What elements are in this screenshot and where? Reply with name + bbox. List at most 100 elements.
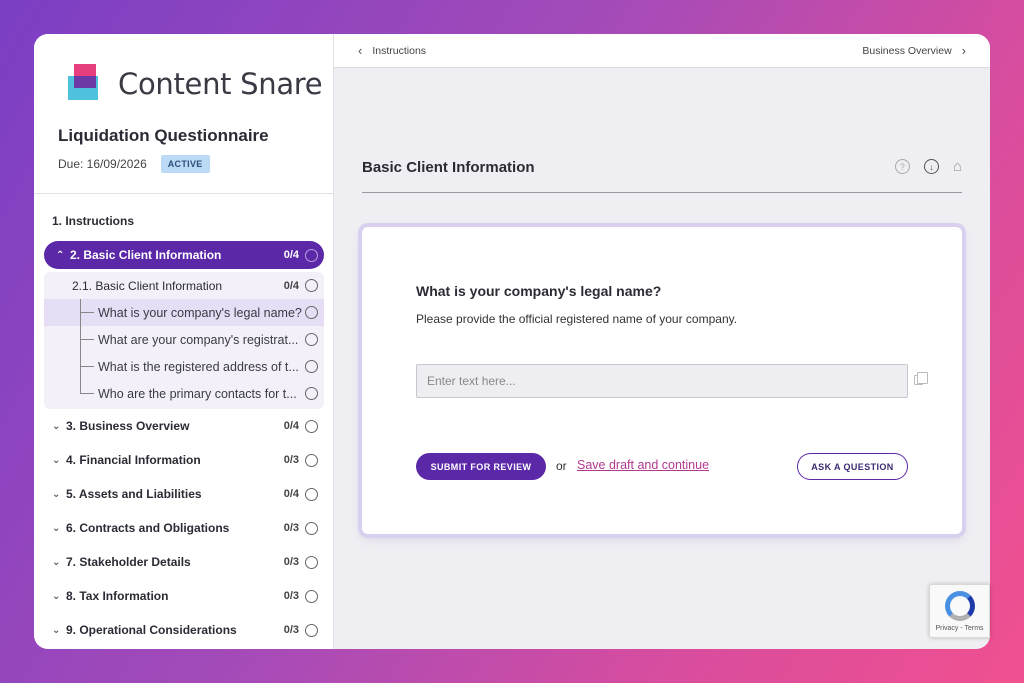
progress-count: 0/4 [283,488,299,500]
content-snare-logo [68,64,104,104]
question-item-label: What are your company's registrat... [98,332,299,347]
chevron-up-icon[interactable]: ⌃ [56,250,70,261]
questionnaire-title: Liquidation Questionnaire [58,126,269,145]
section-nav: 1. Instructions ⌃ 2. Basic Client Inform… [34,204,334,647]
recaptcha-badge[interactable]: Privacy - Terms [929,584,990,638]
due-label: Due: 16/09/2026 [58,157,147,171]
status-circle-icon [305,589,318,603]
status-circle-icon [305,623,318,637]
sidebar-item-label: 4. Financial Information [66,453,201,467]
tree-line [80,313,81,326]
progress-count: 0/4 [283,279,299,292]
question-card: What is your company's legal name? Pleas… [362,227,962,534]
sidebar-item-label: 8. Tax Information [66,589,169,603]
next-section-label: Business Overview [862,44,952,57]
tree-connector [80,299,94,313]
due-date: Due: 16/09/2026 ACTIVE [58,155,210,173]
chevron-down-icon[interactable]: ⌄ [52,489,66,500]
ask-question-button[interactable]: ASK A QUESTION [797,453,908,480]
tree-connector [80,353,94,367]
submit-for-review-button[interactable]: SUBMIT FOR REVIEW [416,453,546,480]
question-heading: What is your company's legal name? [416,283,662,299]
chevron-down-icon[interactable]: ⌄ [52,557,66,568]
page-title: Basic Client Information [362,159,535,176]
section-toolbar: ? ↓ ⌂ [894,159,962,174]
sidebar-item-label: 1. Instructions [52,214,135,228]
question-item-address[interactable]: What is the registered address of t... [44,353,324,380]
question-item-registration[interactable]: What are your company's registrat... [44,326,324,353]
status-badge: ACTIVE [160,155,210,173]
or-separator: or [556,459,567,473]
chevron-down-icon[interactable]: ⌄ [52,591,66,602]
question-description: Please provide the official registered n… [416,312,738,326]
tree-line [80,340,81,353]
sidebar-item-contracts-obligations[interactable]: ⌄ 6. Contracts and Obligations 0/3 [34,511,334,545]
help-icon[interactable]: ? [894,159,910,174]
sidebar-item-label: 9. Operational Considerations [66,623,237,637]
status-circle-icon [305,555,318,569]
chevron-down-icon[interactable]: ⌄ [52,523,66,534]
question-item-legal-name[interactable]: What is your company's legal name? [44,299,324,326]
progress-count: 0/3 [283,624,299,636]
sidebar: Content Snare Liquidation Questionnaire … [34,34,334,649]
sidebar-item-financial-information[interactable]: ⌄ 4. Financial Information 0/3 [34,443,334,477]
status-circle-icon [305,419,318,433]
chevron-down-icon[interactable]: ⌄ [52,455,66,466]
previous-section-link[interactable]: ‹ Instructions [358,43,426,58]
progress-count: 0/3 [283,556,299,568]
sidebar-item-label: 3. Business Overview [66,419,190,433]
status-circle-icon [305,387,318,400]
sidebar-item-label: 2. Basic Client Information [70,248,222,262]
status-circle-icon [305,333,318,346]
chevron-right-icon: › [961,43,966,58]
sidebar-item-tax-information[interactable]: ⌄ 8. Tax Information 0/3 [34,579,334,613]
sidebar-item-basic-client-information[interactable]: ⌃ 2. Basic Client Information 0/4 [44,241,324,269]
question-item-label: What is the registered address of t... [98,359,299,374]
progress-count: 0/3 [283,590,299,602]
copy-icon[interactable] [914,372,928,385]
sidebar-item-instructions[interactable]: 1. Instructions [34,204,334,238]
chevron-down-icon[interactable]: ⌄ [52,625,66,636]
sidebar-item-label: 5. Assets and Liabilities [66,487,202,501]
progress-count: 0/4 [283,249,299,261]
next-section-link[interactable]: Business Overview › [862,43,966,58]
status-circle-icon [305,360,318,373]
subsection-label: 2.1. Basic Client Information [72,278,223,293]
status-circle-icon [305,453,318,467]
chevron-down-icon[interactable]: ⌄ [52,421,66,432]
sidebar-item-label: 7. Stakeholder Details [66,555,191,569]
sidebar-item-business-overview[interactable]: ⌄ 3. Business Overview 0/4 [34,409,334,443]
sidebar-item-assets-liabilities[interactable]: ⌄ 5. Assets and Liabilities 0/4 [34,477,334,511]
subsection-group: 2.1. Basic Client Information 0/4 What i… [44,272,324,409]
main-content: ‹ Instructions Business Overview › Basic… [334,34,990,649]
progress-count: 0/4 [283,420,299,432]
sidebar-item-operational-considerations[interactable]: ⌄ 9. Operational Considerations 0/3 [34,613,334,647]
status-circle-icon [305,279,318,292]
question-item-contacts[interactable]: Who are the primary contacts for t... [44,380,324,407]
tree-connector [80,326,94,340]
home-icon[interactable]: ⌂ [953,159,962,174]
brand: Content Snare [68,64,323,104]
chevron-left-icon: ‹ [358,43,363,58]
app-window: Content Snare Liquidation Questionnaire … [34,34,990,649]
tree-line [80,367,81,380]
section-navigation-bar: ‹ Instructions Business Overview › [334,34,990,68]
status-circle-icon [305,248,318,262]
question-item-label: Who are the primary contacts for t... [98,386,297,401]
download-icon[interactable]: ↓ [923,159,939,174]
status-circle-icon [305,487,318,501]
answer-input[interactable] [416,364,908,398]
tree-connector [80,380,94,394]
recaptcha-links[interactable]: Privacy - Terms [930,625,989,632]
previous-section-label: Instructions [372,44,427,57]
section-divider [362,192,962,193]
status-circle-icon [305,306,318,319]
brand-name: Content Snare [118,67,323,101]
subsection-item[interactable]: 2.1. Basic Client Information 0/4 [44,272,324,299]
sidebar-item-stakeholder-details[interactable]: ⌄ 7. Stakeholder Details 0/3 [34,545,334,579]
progress-count: 0/3 [283,522,299,534]
sidebar-item-label: 6. Contracts and Obligations [66,521,230,535]
recaptcha-icon [945,591,975,621]
save-draft-link[interactable]: Save draft and continue [577,458,709,472]
status-circle-icon [305,521,318,535]
